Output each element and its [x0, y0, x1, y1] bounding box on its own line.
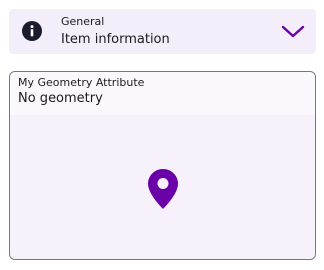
geometry-attribute-card[interactable]: My Geometry Attribute No geometry — [9, 71, 316, 260]
geometry-attribute-label: My Geometry Attribute — [18, 76, 145, 89]
info-icon — [22, 21, 42, 41]
geometry-attribute-value: No geometry — [18, 91, 103, 106]
accordion-overline: General — [61, 15, 105, 28]
chevron-down-icon[interactable] — [281, 23, 305, 39]
location-pin-icon — [147, 168, 179, 210]
page: General Item information My Geometry Att… — [0, 0, 324, 270]
accordion-title: Item information — [61, 32, 170, 47]
general-accordion-header[interactable]: General Item information — [9, 9, 316, 54]
geometry-map-placeholder[interactable] — [10, 115, 315, 259]
geometry-attribute-header: My Geometry Attribute No geometry — [10, 72, 315, 115]
